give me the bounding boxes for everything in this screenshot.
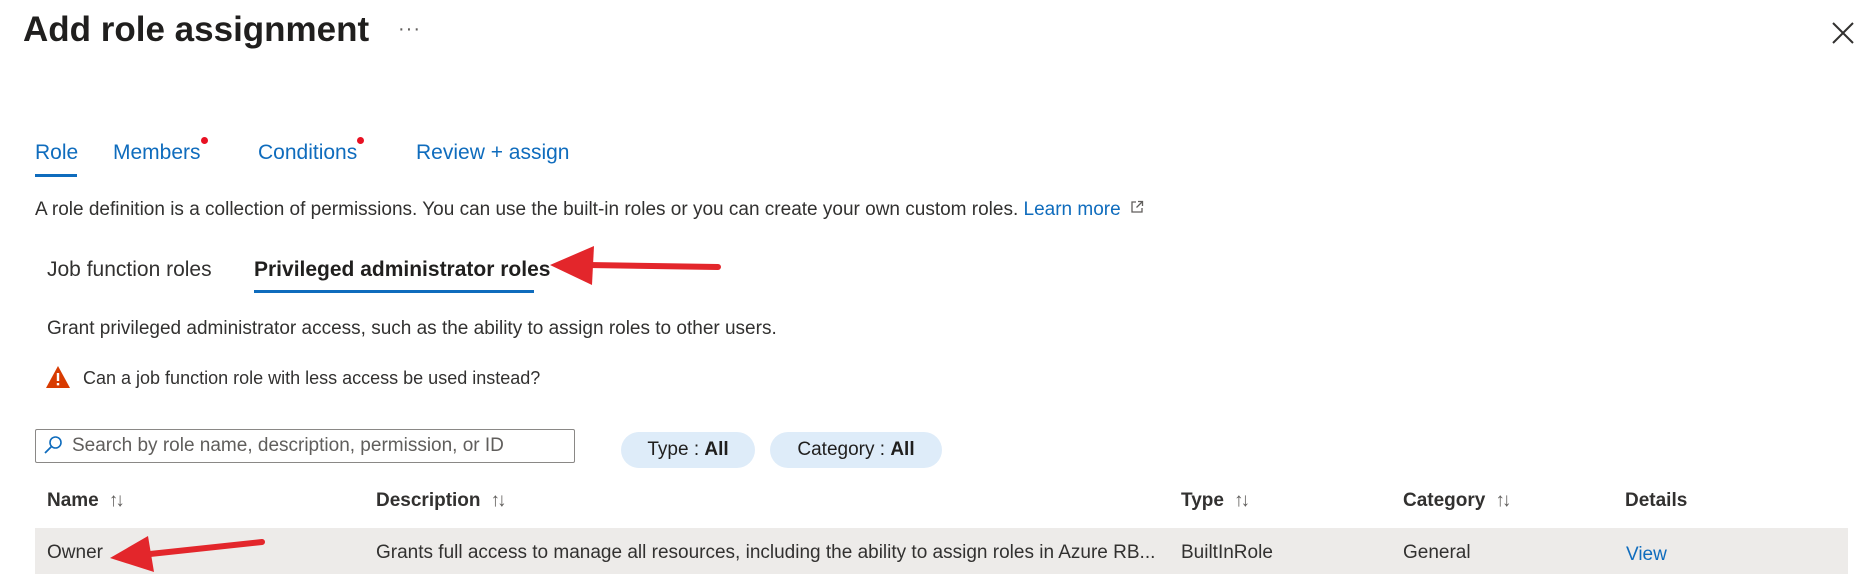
close-icon[interactable] <box>1830 20 1856 46</box>
learn-more-label: Learn more <box>1023 199 1121 220</box>
column-header-type: Type ↑↓ <box>1181 490 1250 512</box>
column-header-type-label: Type <box>1181 490 1224 511</box>
subtab-job-function-label: Job function roles <box>47 258 212 281</box>
column-header-details: Details <box>1625 490 1687 512</box>
tab-review-assign-label: Review + assign <box>416 141 570 164</box>
learn-more-link[interactable]: Learn more <box>1024 199 1144 220</box>
type-filter-label: Type : <box>647 439 705 460</box>
column-header-description: Description ↑↓ <box>376 490 507 512</box>
tab-members-label: Members <box>113 141 201 164</box>
type-filter-value: All <box>704 439 729 460</box>
sort-icon[interactable]: ↑↓ <box>109 490 125 512</box>
warning-message: Can a job function role with less access… <box>83 368 541 388</box>
cell-type: BuiltInRole <box>1181 542 1273 563</box>
privileged-description: Grant privileged administrator access, s… <box>47 318 777 339</box>
column-header-category: Category ↑↓ <box>1403 490 1511 512</box>
role-search-box[interactable] <box>35 429 575 463</box>
tab-role[interactable]: Role <box>35 141 78 165</box>
type-filter-pill[interactable]: Type : All <box>621 432 755 468</box>
view-details-link[interactable]: View <box>1626 544 1667 566</box>
cell-name: Owner <box>47 542 103 563</box>
category-filter-label: Category : <box>797 439 891 460</box>
external-link-icon <box>1131 200 1144 213</box>
tab-role-label: Role <box>35 141 79 164</box>
tab-conditions-label: Conditions <box>258 141 358 164</box>
search-icon <box>44 436 62 454</box>
tab-review-assign[interactable]: Review + assign <box>416 141 570 165</box>
subtab-privileged-administrator-roles[interactable]: Privileged administrator roles <box>254 258 550 282</box>
warning-icon <box>46 366 70 388</box>
role-definition-description: A role definition is a collection of per… <box>35 199 1144 221</box>
cell-description: Grants full access to manage all resourc… <box>376 542 1156 563</box>
column-header-details-label: Details <box>1625 490 1688 511</box>
tab-members[interactable]: Members <box>113 137 208 165</box>
subtab-job-function-roles[interactable]: Job function roles <box>47 258 212 282</box>
subtab-privileged-label: Privileged administrator roles <box>254 258 551 281</box>
members-notification-dot <box>200 137 208 144</box>
cell-category: General <box>1403 542 1471 563</box>
annotation-arrow-privileged <box>550 246 721 285</box>
column-header-category-label: Category <box>1403 490 1486 511</box>
subtab-privileged-underline <box>254 290 534 293</box>
sort-icon[interactable]: ↑↓ <box>1495 490 1511 512</box>
page-title: Add role assignment <box>23 10 370 49</box>
tab-role-underline <box>35 174 77 177</box>
column-header-name-label: Name <box>47 490 99 511</box>
column-header-name: Name ↑↓ <box>47 490 125 512</box>
category-filter-value: All <box>890 439 915 460</box>
column-header-description-label: Description <box>376 490 481 511</box>
tab-conditions[interactable]: Conditions <box>258 137 365 165</box>
sort-icon[interactable]: ↑↓ <box>1234 490 1250 512</box>
sort-icon[interactable]: ↑↓ <box>491 490 507 512</box>
description-text: A role definition is a collection of per… <box>35 199 1019 220</box>
conditions-notification-dot <box>357 137 365 144</box>
more-options-button[interactable]: ··· <box>398 18 421 41</box>
category-filter-pill[interactable]: Category : All <box>770 432 942 468</box>
role-search-input[interactable] <box>72 430 567 462</box>
